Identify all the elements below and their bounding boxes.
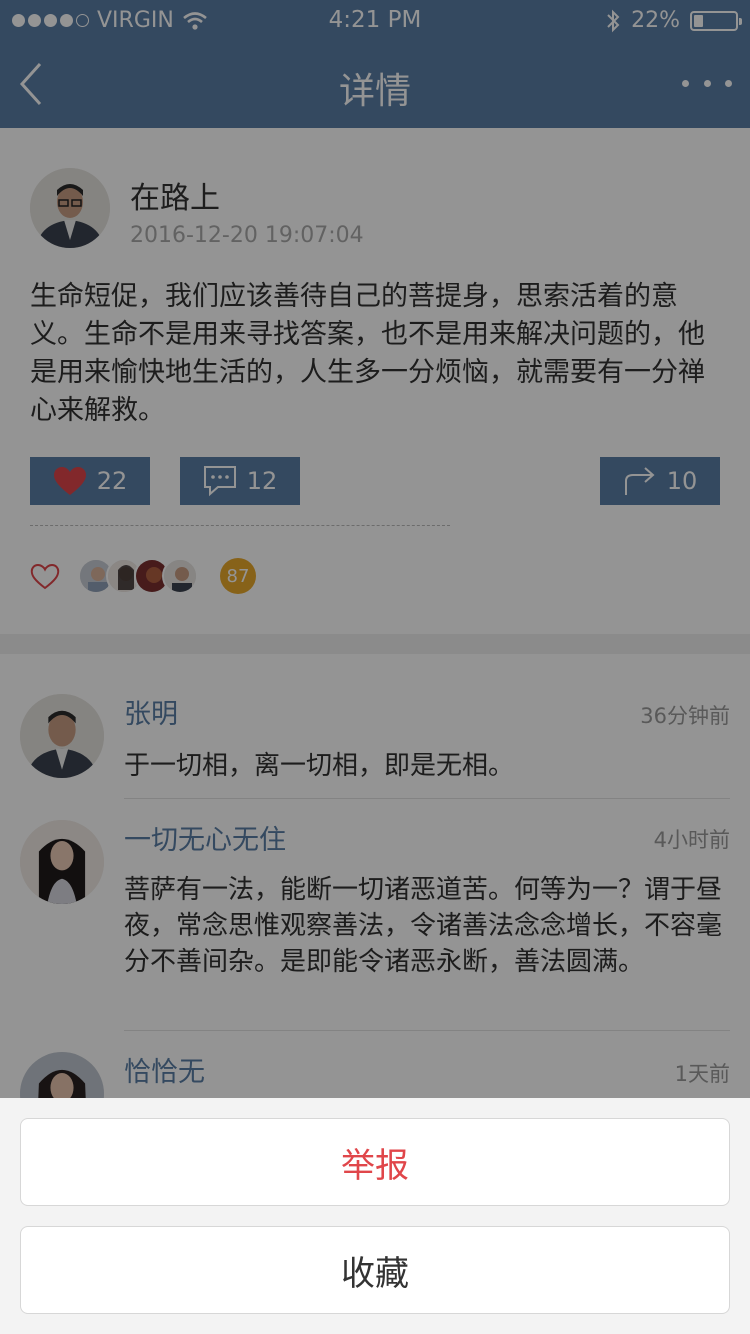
- collect-button[interactable]: 收藏: [20, 1226, 730, 1314]
- report-button[interactable]: 举报: [20, 1118, 730, 1206]
- action-sheet: 举报 收藏: [0, 1098, 750, 1334]
